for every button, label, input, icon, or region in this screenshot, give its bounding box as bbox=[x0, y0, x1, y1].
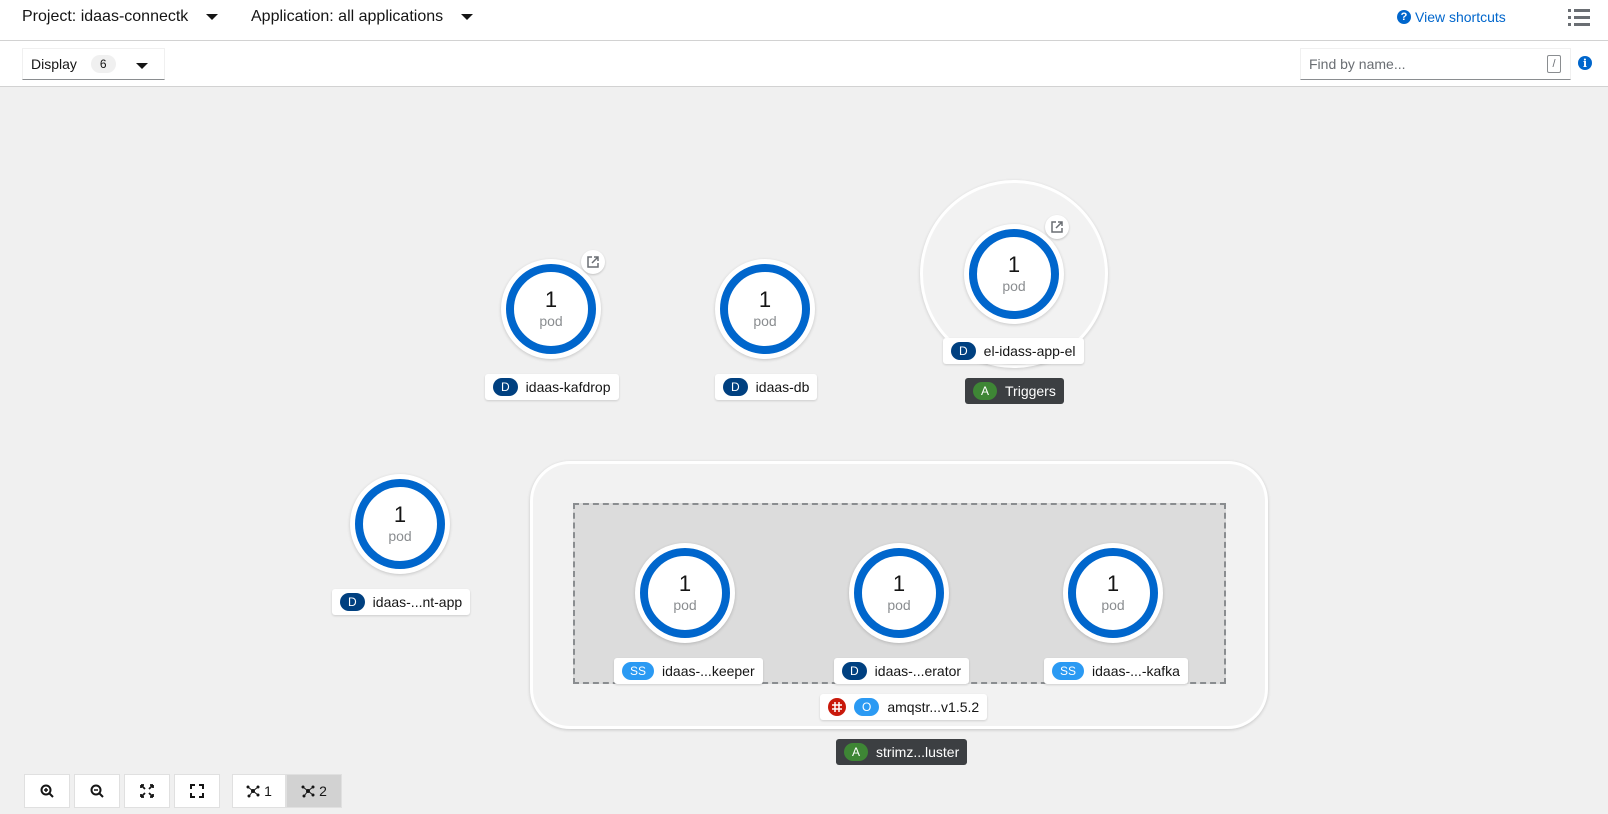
project-dropdown[interactable]: Project: idaas-connectk bbox=[22, 8, 219, 26]
external-link-icon[interactable] bbox=[1045, 215, 1069, 239]
node-label-zookeeper[interactable]: SS idaas-...keeper bbox=[614, 658, 763, 684]
display-label: Display bbox=[31, 56, 77, 72]
pod-count: 1 bbox=[678, 571, 692, 596]
topology-toolbar: Display 6 / bbox=[0, 41, 1608, 87]
pod-node-entity-operator[interactable]: 1 pod bbox=[849, 543, 949, 643]
deployment-badge: D bbox=[951, 342, 976, 360]
view-shortcuts-label: View shortcuts bbox=[1415, 9, 1506, 25]
display-count-badge: 6 bbox=[90, 55, 116, 73]
pod-node-nt-app[interactable]: 1 pod bbox=[350, 474, 450, 574]
node-label-nt-app[interactable]: D idaas-...nt-app bbox=[332, 589, 471, 615]
expand-arrows-icon bbox=[140, 784, 154, 798]
layout-2-label: 2 bbox=[319, 783, 327, 799]
pod-node-kafdrop[interactable]: 1 pod bbox=[501, 259, 601, 359]
operator-group-label[interactable]: O amqstr...v1.5.2 bbox=[820, 694, 988, 720]
reset-view-button[interactable] bbox=[174, 774, 220, 808]
pod-count: 1 bbox=[758, 287, 772, 312]
zoom-out-icon bbox=[90, 784, 104, 798]
statefulset-badge: SS bbox=[1052, 662, 1085, 680]
pod-unit: pod bbox=[1101, 597, 1125, 613]
pod-ring: 1 pod bbox=[506, 264, 596, 354]
topology-canvas[interactable]: 1 pod D idaas-kafdrop 1 pod D idaas-db 1… bbox=[0, 87, 1608, 814]
statefulset-badge: SS bbox=[622, 662, 655, 680]
node-label-kafdrop[interactable]: D idaas-kafdrop bbox=[485, 374, 619, 400]
find-by-name-input[interactable] bbox=[1300, 48, 1571, 80]
pod-count: 1 bbox=[544, 287, 558, 312]
topology-layout-icon bbox=[301, 785, 315, 798]
zoom-in-button[interactable] bbox=[24, 774, 70, 808]
amq-streams-logo-icon bbox=[828, 698, 846, 716]
deployment-badge: D bbox=[340, 593, 365, 611]
application-label-strimzi[interactable]: A strimz...luster bbox=[836, 739, 968, 765]
node-label-entity-operator[interactable]: D idaas-...erator bbox=[834, 658, 970, 684]
question-circle-icon: ? bbox=[1397, 10, 1411, 24]
application-badge: A bbox=[973, 382, 998, 400]
fit-to-screen-button[interactable] bbox=[124, 774, 170, 808]
node-name: idaas-...-kafka bbox=[1092, 663, 1180, 679]
top-bar: Project: idaas-connectk Application: all… bbox=[0, 0, 1608, 41]
caret-down-icon bbox=[136, 63, 148, 69]
pod-ring: 1 pod bbox=[355, 479, 445, 569]
application-name: strimz...luster bbox=[876, 744, 960, 760]
application-dropdown[interactable]: Application: all applications bbox=[251, 8, 474, 26]
list-view-icon[interactable] bbox=[1568, 8, 1590, 28]
application-label-triggers[interactable]: A Triggers bbox=[965, 378, 1064, 404]
application-badge: A bbox=[844, 743, 869, 761]
pod-ring: 1 pod bbox=[720, 264, 810, 354]
pod-node-el-idass-app-el[interactable]: 1 pod bbox=[964, 224, 1064, 324]
display-options-dropdown[interactable]: Display 6 bbox=[22, 48, 165, 80]
pod-unit: pod bbox=[887, 597, 911, 613]
view-shortcuts-link[interactable]: ? View shortcuts bbox=[1397, 9, 1506, 25]
deployment-badge: D bbox=[842, 662, 867, 680]
info-icon[interactable]: i bbox=[1578, 56, 1592, 70]
node-name: idaas-...keeper bbox=[662, 663, 755, 679]
pod-count: 1 bbox=[393, 502, 407, 527]
project-label: Project: idaas-connectk bbox=[22, 8, 189, 25]
pod-unit: pod bbox=[388, 528, 412, 544]
pod-ring: 1 pod bbox=[1068, 548, 1158, 638]
pod-unit: pod bbox=[753, 313, 777, 329]
deployment-badge: D bbox=[723, 378, 748, 396]
pod-ring: 1 pod bbox=[640, 548, 730, 638]
node-label-db[interactable]: D idaas-db bbox=[715, 374, 818, 400]
layout-2-button[interactable]: 2 bbox=[286, 774, 342, 808]
external-link-icon[interactable] bbox=[581, 250, 605, 274]
operator-name: amqstr...v1.5.2 bbox=[887, 699, 980, 715]
layout-1-label: 1 bbox=[264, 783, 272, 799]
node-label-el-idass-app-el[interactable]: D el-idass-app-el bbox=[943, 338, 1084, 364]
pod-node-db[interactable]: 1 pod bbox=[715, 259, 815, 359]
caret-down-icon bbox=[461, 14, 474, 20]
caret-down-icon bbox=[206, 14, 219, 20]
pod-ring: 1 pod bbox=[854, 548, 944, 638]
pod-count: 1 bbox=[892, 571, 906, 596]
search-shortcut-hint: / bbox=[1547, 55, 1561, 73]
topology-layout-icon bbox=[246, 785, 260, 798]
pod-node-kafka[interactable]: 1 pod bbox=[1063, 543, 1163, 643]
layout-1-button[interactable]: 1 bbox=[232, 774, 286, 808]
pod-unit: pod bbox=[539, 313, 563, 329]
pod-ring: 1 pod bbox=[969, 229, 1059, 319]
operator-badge: O bbox=[854, 698, 880, 716]
application-label: Application: all applications bbox=[251, 8, 444, 25]
node-name: idaas-...erator bbox=[874, 663, 962, 679]
pod-node-zookeeper[interactable]: 1 pod bbox=[635, 543, 735, 643]
zoom-out-button[interactable] bbox=[74, 774, 120, 808]
node-label-kafka[interactable]: SS idaas-...-kafka bbox=[1044, 658, 1188, 684]
pod-count: 1 bbox=[1007, 252, 1021, 277]
pod-unit: pod bbox=[1002, 278, 1026, 294]
fullscreen-icon bbox=[190, 784, 204, 798]
pod-count: 1 bbox=[1106, 571, 1120, 596]
node-name: el-idass-app-el bbox=[983, 343, 1076, 359]
pod-unit: pod bbox=[673, 597, 697, 613]
node-name: idaas-...nt-app bbox=[372, 594, 463, 610]
node-name: idaas-kafdrop bbox=[525, 379, 611, 395]
node-name: idaas-db bbox=[755, 379, 810, 395]
application-name: Triggers bbox=[1005, 383, 1056, 399]
zoom-in-icon bbox=[40, 784, 54, 798]
deployment-badge: D bbox=[493, 378, 518, 396]
